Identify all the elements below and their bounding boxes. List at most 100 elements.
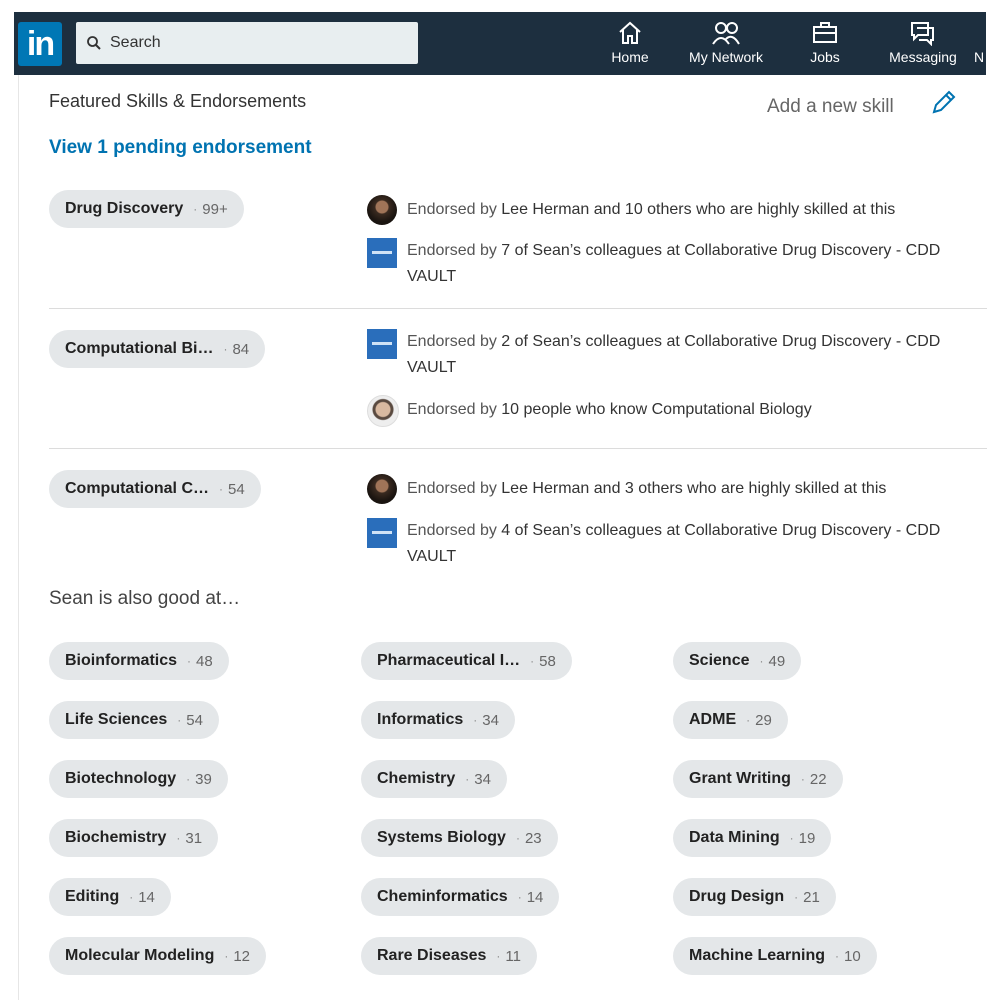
skill-pill[interactable]: Chemistry · 34 [361, 760, 507, 798]
top-navigation-bar: in Home My Network Jobs Messagi [14, 12, 986, 75]
skill-pill[interactable]: Biotechnology · 39 [49, 760, 228, 798]
person-avatar-icon [367, 395, 399, 427]
endorsement-count[interactable]: 39 [195, 771, 212, 788]
separator-dot: · [800, 772, 805, 786]
skill-pill[interactable]: Informatics · 34 [361, 701, 515, 739]
company-logo-icon [367, 518, 397, 548]
endorsement-count[interactable]: 49 [768, 653, 785, 670]
search-icon [87, 36, 101, 50]
featured-skill-pill[interactable]: Computational Bi… · 84 [49, 330, 266, 368]
skill-name: Molecular Modeling [65, 947, 215, 964]
separator-dot: · [223, 342, 228, 356]
endorsement-count[interactable]: 34 [474, 771, 491, 788]
skill-name: Computational Bi… [65, 340, 214, 357]
separator-dot: · [219, 482, 223, 496]
nav-home-label: Home [611, 49, 649, 65]
endorsement-count[interactable]: 84 [232, 341, 249, 358]
skill-pill[interactable]: Cheminformatics · 14 [361, 878, 560, 916]
nav-jobs[interactable]: Jobs [794, 20, 856, 75]
skill-name: ADME [689, 711, 737, 728]
divider [49, 448, 987, 449]
nav-messaging-label: Messaging [889, 49, 957, 65]
separator-dot: · [129, 890, 134, 904]
skill-name: Systems Biology [377, 829, 506, 846]
messaging-icon [911, 22, 934, 46]
separator-dot: · [186, 772, 191, 786]
skill-pill[interactable]: Life Sciences · 54 [49, 701, 219, 739]
separator-dot: · [224, 949, 229, 963]
featured-skill-pill[interactable]: Computational C… · 54 [49, 470, 261, 508]
also-good-at-heading: Sean is also good at… [49, 588, 241, 609]
endorsement-count[interactable]: 12 [233, 948, 250, 965]
endorsement-text: Lee Herman and 3 others who are highly s… [501, 480, 887, 497]
skill-pill[interactable]: Science · 49 [673, 642, 802, 680]
skill-pill[interactable]: Data Mining · 19 [673, 819, 832, 857]
endorsement-count[interactable]: 29 [755, 712, 772, 729]
skill-name: Editing [65, 888, 120, 905]
separator-dot: · [759, 654, 764, 668]
endorsement-count[interactable]: 23 [525, 830, 542, 847]
skill-pill[interactable]: Rare Diseases · 11 [361, 937, 537, 975]
separator-dot: · [835, 949, 840, 963]
endorsement-count[interactable]: 48 [196, 653, 213, 670]
separator-dot: · [794, 890, 799, 904]
endorsement-count[interactable]: 34 [482, 712, 499, 729]
endorsement-count[interactable]: 54 [186, 712, 203, 729]
person-avatar-icon [367, 474, 397, 504]
endorsement-prefix: Endorsed by [407, 480, 502, 497]
endorsement-count[interactable]: 58 [539, 653, 556, 670]
skill-pill[interactable]: Systems Biology · 23 [361, 819, 558, 857]
briefcase-icon [813, 22, 837, 43]
search-box[interactable] [76, 22, 418, 64]
bell-icon [974, 20, 988, 46]
endorsement-count[interactable]: 31 [185, 830, 202, 847]
skill-pill[interactable]: Drug Design · 21 [673, 878, 836, 916]
skill-name: Drug Design [689, 888, 785, 905]
nav-home[interactable]: Home [594, 20, 666, 75]
nav-my-network-label: My Network [689, 49, 763, 65]
nav-notifications[interactable]: N [974, 20, 988, 75]
endorsement-count[interactable]: 22 [810, 771, 827, 788]
skill-pill[interactable]: Biochemistry · 31 [49, 819, 219, 857]
separator-dot: · [177, 713, 182, 727]
separator-dot: · [530, 654, 535, 668]
endorsement-count[interactable]: 21 [803, 889, 820, 906]
person-avatar-icon [367, 195, 397, 225]
separator-dot: · [789, 831, 794, 845]
skill-pill[interactable]: ADME · 29 [673, 701, 788, 739]
home-icon [619, 21, 641, 44]
skill-pill[interactable]: Machine Learning · 10 [673, 937, 877, 975]
endorsement-count[interactable]: 14 [138, 889, 155, 906]
endorsement-count[interactable]: 19 [799, 830, 816, 847]
skill-pill[interactable]: Grant Writing · 22 [673, 760, 843, 798]
skill-pill[interactable]: Editing · 14 [49, 878, 171, 916]
company-logo-icon [367, 329, 397, 359]
linkedin-logo[interactable]: in [18, 22, 62, 66]
pencil-icon[interactable] [929, 89, 957, 117]
endorsement-count[interactable]: 10 [844, 948, 861, 965]
nav-messaging[interactable]: Messaging [878, 20, 968, 75]
skill-name: Rare Diseases [377, 947, 487, 964]
skill-name: Computational C… [65, 480, 209, 497]
endorsement-count[interactable]: 99+ [202, 201, 227, 218]
endorsement-count[interactable]: 14 [527, 889, 544, 906]
add-skill-link[interactable]: Add a new skill [767, 96, 894, 118]
endorsement-count[interactable]: 11 [505, 948, 521, 965]
featured-skill-pill[interactable]: Drug Discovery · 99+ [49, 190, 244, 228]
endorsement-prefix: Endorsed by [407, 201, 502, 218]
search-input[interactable] [108, 33, 412, 53]
endorsement-count[interactable]: 54 [228, 481, 245, 498]
separator-dot: · [473, 713, 478, 727]
separator-dot: · [176, 831, 181, 845]
skill-name: Life Sciences [65, 711, 168, 728]
skill-name: Drug Discovery [65, 200, 184, 217]
skill-pill[interactable]: Pharmaceutical I… · 58 [361, 642, 572, 680]
nav-my-network[interactable]: My Network [678, 20, 774, 75]
skill-name: Machine Learning [689, 947, 826, 964]
pending-endorsement-link[interactable]: View 1 pending endorsement [49, 137, 312, 159]
separator-dot: · [517, 890, 522, 904]
skill-pill[interactable]: Bioinformatics · 48 [49, 642, 229, 680]
skill-name: Pharmaceutical I… [377, 652, 521, 669]
skill-pill[interactable]: Molecular Modeling · 12 [49, 937, 267, 975]
endorsement-prefix: Endorsed by [407, 333, 502, 350]
